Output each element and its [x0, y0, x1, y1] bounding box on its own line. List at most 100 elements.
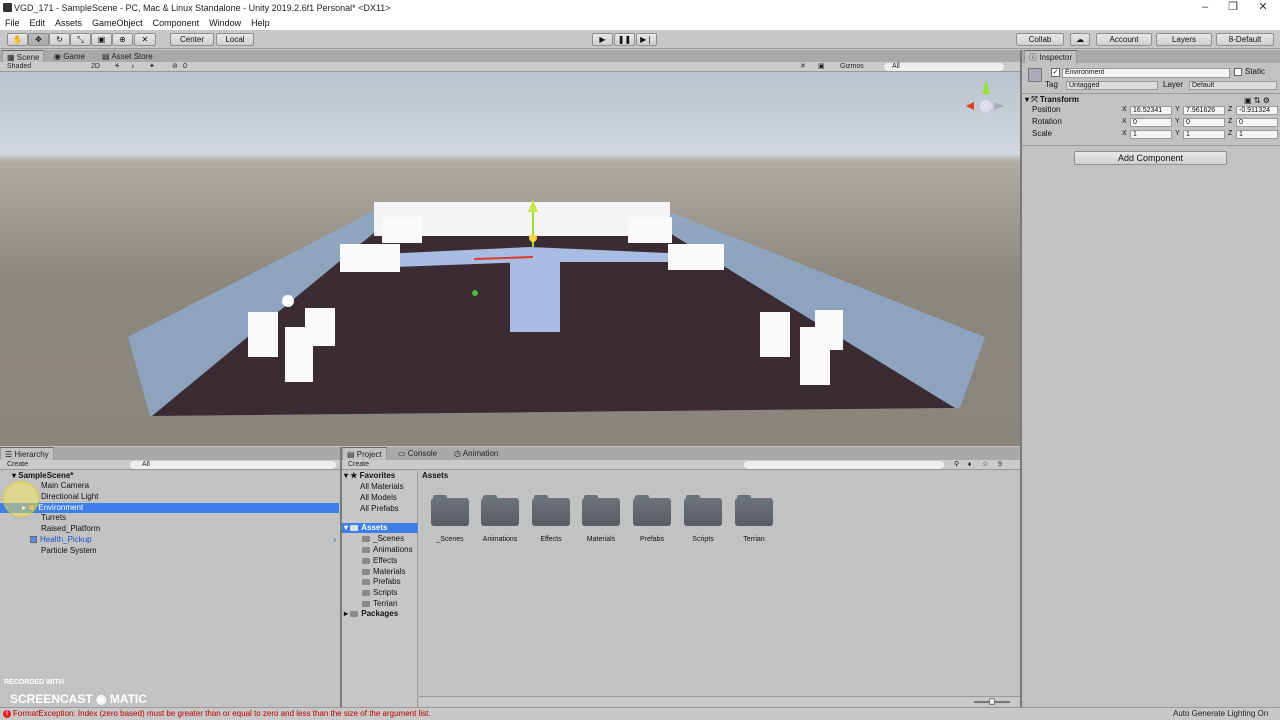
favorites-node[interactable]: ▾ ★ Favorites: [344, 471, 395, 481]
project-create-dropdown[interactable]: Create: [348, 460, 369, 470]
rotation-z-field[interactable]: 0: [1236, 118, 1278, 127]
transform-tool-icon[interactable]: ⊕: [112, 33, 133, 46]
scale-y-field[interactable]: 1: [1183, 130, 1225, 139]
tree-folder-materials[interactable]: Materials: [362, 567, 405, 577]
asset-folder-scripts[interactable]: Scripts: [678, 495, 728, 543]
asset-folder-effects[interactable]: Effects: [526, 495, 576, 543]
layout-dropdown[interactable]: 8-Default: [1216, 33, 1274, 46]
asset-folder-materials[interactable]: Materials: [576, 495, 626, 543]
scene-search-input[interactable]: All: [884, 63, 1004, 71]
shading-mode-dropdown[interactable]: Shaded: [7, 62, 31, 72]
filter-type-icon[interactable]: ⚲: [954, 460, 959, 470]
minimize-icon[interactable]: –: [1190, 0, 1220, 16]
project-search-input[interactable]: [744, 461, 944, 469]
gizmos-dropdown[interactable]: Gizmos: [840, 62, 864, 72]
close-icon[interactable]: ✕: [1248, 0, 1278, 16]
position-x-field[interactable]: 16.52341: [1130, 106, 1172, 115]
position-y-field[interactable]: 7.961626: [1183, 106, 1225, 115]
move-tool-icon[interactable]: ✥: [28, 33, 49, 46]
scale-x-field[interactable]: 1: [1130, 130, 1172, 139]
tab-project[interactable]: ▤ Project: [342, 447, 387, 460]
tree-folder-scripts[interactable]: Scripts: [362, 588, 397, 598]
menu-window[interactable]: Window: [204, 18, 246, 28]
hierarchy-item-raised-platform[interactable]: Raised_Platform: [0, 524, 339, 534]
menu-help[interactable]: Help: [246, 18, 275, 28]
menu-edit[interactable]: Edit: [25, 18, 51, 28]
tab-console[interactable]: ▭ Console: [394, 447, 441, 460]
menu-component[interactable]: Component: [148, 18, 205, 28]
menu-gameobject[interactable]: GameObject: [87, 18, 148, 28]
hierarchy-item-turrets[interactable]: Turrets: [0, 513, 339, 523]
hierarchy-item-directional-light[interactable]: Directional Light: [0, 492, 339, 502]
favorite-all-prefabs[interactable]: All Prefabs: [360, 504, 399, 514]
asset-folder-animations[interactable]: Animations: [475, 495, 525, 543]
cloud-icon[interactable]: ☁: [1070, 33, 1090, 46]
menu-file[interactable]: File: [0, 18, 25, 28]
scene-root[interactable]: ▾ SampleScene*: [0, 471, 339, 481]
tab-animation[interactable]: ◷ Animation: [450, 447, 502, 460]
filter-label-icon[interactable]: ⬧: [968, 460, 971, 470]
hierarchy-item-environment[interactable]: ▸ Environment: [0, 503, 339, 513]
hidden-packages-count[interactable]: 9: [998, 460, 1002, 470]
custom-tool-icon[interactable]: ✕: [134, 33, 156, 46]
hierarchy-item-particle-system[interactable]: Particle System: [0, 546, 339, 556]
pivot-center-button[interactable]: Center: [170, 33, 214, 46]
asset-breadcrumb[interactable]: Assets: [422, 471, 448, 481]
lighting-toggle-icon[interactable]: ☀: [114, 62, 120, 72]
hand-tool-icon[interactable]: ✋: [7, 33, 28, 46]
camera-settings-icon[interactable]: ▣: [818, 62, 825, 72]
play-button[interactable]: ▶: [592, 33, 613, 46]
hierarchy-create-dropdown[interactable]: Create: [7, 460, 28, 470]
asset-folder-prefabs[interactable]: Prefabs: [627, 495, 677, 543]
tools-icon[interactable]: ✕: [800, 62, 806, 72]
zoom-slider-handle[interactable]: [989, 698, 995, 705]
active-checkbox[interactable]: ✓: [1051, 68, 1060, 77]
position-z-field[interactable]: -0.911324: [1236, 106, 1278, 115]
hierarchy-item-health-pickup[interactable]: Health_Pickup ›: [0, 535, 339, 545]
favorite-all-models[interactable]: All Models: [360, 493, 397, 503]
tree-folder-animations[interactable]: Animations: [362, 545, 413, 555]
favorite-star-icon[interactable]: ☆: [982, 460, 988, 470]
tab-inspector[interactable]: ⓘ Inspector: [1024, 50, 1078, 63]
favorite-all-materials[interactable]: All Materials: [360, 482, 404, 492]
transform-header[interactable]: ▾ ⤧ Transform: [1025, 95, 1079, 105]
expand-arrow-icon[interactable]: ›: [333, 535, 336, 545]
account-dropdown[interactable]: Account: [1096, 33, 1152, 46]
tree-folder-terrian[interactable]: Terrian: [362, 599, 397, 609]
step-button[interactable]: ▶❘: [636, 33, 657, 46]
hierarchy-item-main-camera[interactable]: Main Camera: [0, 481, 339, 491]
status-error-message[interactable]: FormatException: Index (zero based) must…: [13, 709, 431, 718]
orientation-gizmo[interactable]: [966, 80, 1004, 122]
rotation-x-field[interactable]: 0: [1130, 118, 1172, 127]
scale-z-field[interactable]: 1: [1236, 130, 1278, 139]
tab-hierarchy[interactable]: ☰ Hierarchy: [0, 447, 54, 460]
rect-tool-icon[interactable]: ▣: [91, 33, 112, 46]
rotation-y-field[interactable]: 0: [1183, 118, 1225, 127]
maximize-icon[interactable]: ❐: [1218, 0, 1248, 16]
layers-dropdown[interactable]: Layers: [1156, 33, 1212, 46]
static-checkbox[interactable]: [1234, 68, 1242, 76]
pivot-local-button[interactable]: Local: [216, 33, 254, 46]
asset-folder-terrian[interactable]: Terrian: [729, 495, 779, 543]
collab-button[interactable]: Collab: [1016, 33, 1064, 46]
effects-toggle-icon[interactable]: ✦: [149, 62, 155, 72]
object-name-input[interactable]: Environment: [1062, 68, 1230, 78]
add-component-button[interactable]: Add Component: [1074, 151, 1227, 165]
packages-node[interactable]: ▸ Packages: [344, 609, 398, 619]
asset-folder-scenes[interactable]: _Scenes: [425, 495, 475, 543]
tree-folder-scenes[interactable]: _Scenes: [362, 534, 404, 544]
layer-dropdown[interactable]: Default: [1189, 81, 1277, 90]
assets-node[interactable]: ▾ Assets: [342, 523, 418, 533]
transform-menu-icons[interactable]: ▣ ⇅ ⚙: [1244, 96, 1270, 105]
hidden-objects-icon[interactable]: ⊘: [172, 62, 178, 72]
tree-folder-effects[interactable]: Effects: [362, 556, 397, 566]
menu-assets[interactable]: Assets: [50, 18, 87, 28]
scale-tool-icon[interactable]: ⤡: [70, 33, 91, 46]
audio-toggle-icon[interactable]: ♪: [131, 62, 135, 72]
rotate-tool-icon[interactable]: ↻: [49, 33, 70, 46]
toggle-2d-button[interactable]: 2D: [91, 62, 100, 72]
hierarchy-search-input[interactable]: All: [130, 461, 336, 469]
pause-button[interactable]: ❚❚: [614, 33, 635, 46]
tag-dropdown[interactable]: Untagged: [1066, 81, 1158, 90]
tree-folder-prefabs[interactable]: Prefabs: [362, 577, 401, 587]
